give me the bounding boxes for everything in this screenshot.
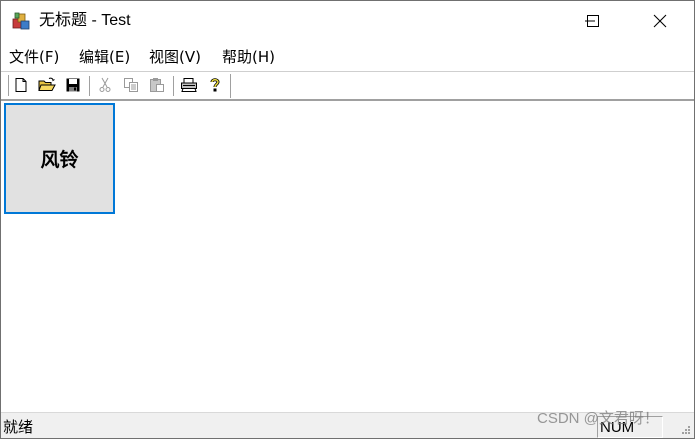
app-icon[interactable] xyxy=(11,11,31,31)
save-icon xyxy=(66,78,80,92)
title-bar[interactable]: 无标题 - Test xyxy=(1,1,694,41)
menu-file[interactable]: 文件(F) xyxy=(9,47,59,67)
about-button[interactable] xyxy=(205,75,225,95)
open-folder-icon xyxy=(38,77,56,91)
close-button[interactable] xyxy=(637,1,683,41)
copy-icon xyxy=(124,78,138,92)
toolbar-separator xyxy=(89,76,91,96)
help-icon xyxy=(210,78,220,92)
new-file-icon xyxy=(15,78,27,92)
main-window: 无标题 - Test 文件(F) 编辑(E) 视图(V) 帮助(H) 风铃 就绪… xyxy=(0,0,695,439)
toolbar xyxy=(1,71,694,99)
cut-icon xyxy=(99,77,111,92)
paste-button[interactable] xyxy=(147,75,167,95)
new-button[interactable] xyxy=(11,75,31,95)
window-title: 无标题 - Test xyxy=(39,12,131,29)
watermark: CSDN @文君呀！ xyxy=(537,410,659,427)
resize-grip-icon[interactable] xyxy=(679,425,691,437)
maximize-icon xyxy=(587,15,599,27)
maximize-button[interactable] xyxy=(570,1,616,41)
toolbar-end xyxy=(230,74,232,98)
open-button[interactable] xyxy=(37,75,57,95)
copy-button[interactable] xyxy=(121,75,141,95)
wind-chime-button[interactable]: 风铃 xyxy=(4,103,115,214)
status-text: 就绪 xyxy=(3,418,34,436)
toolbar-separator xyxy=(173,76,175,96)
close-icon xyxy=(653,14,667,28)
save-button[interactable] xyxy=(63,75,83,95)
menu-view[interactable]: 视图(V) xyxy=(149,47,201,67)
cut-button[interactable] xyxy=(95,75,115,95)
menu-bar: 文件(F) 编辑(E) 视图(V) 帮助(H) xyxy=(1,43,694,70)
print-button[interactable] xyxy=(179,75,199,95)
menu-help[interactable]: 帮助(H) xyxy=(222,47,275,67)
client-area[interactable]: 风铃 xyxy=(1,99,694,412)
print-icon xyxy=(181,78,197,92)
menu-edit[interactable]: 编辑(E) xyxy=(79,47,130,67)
paste-icon xyxy=(150,78,164,92)
toolbar-grip[interactable] xyxy=(4,75,9,96)
